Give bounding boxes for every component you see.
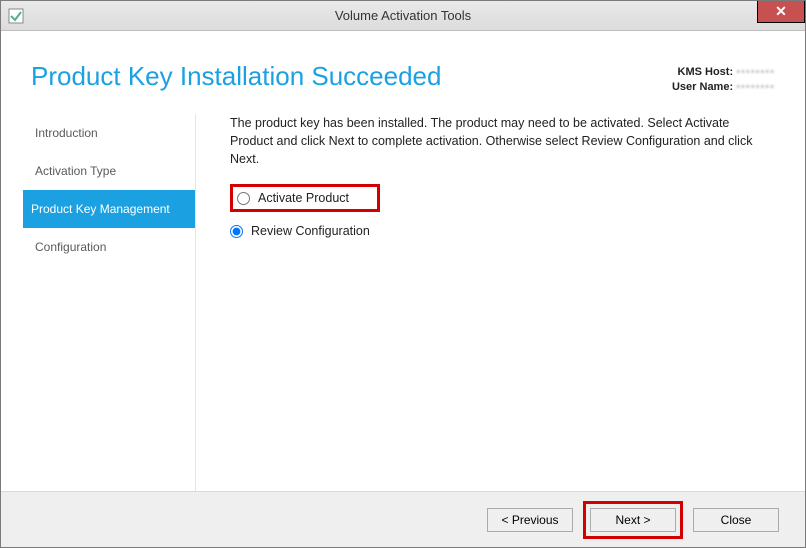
previous-button[interactable]: < Previous (487, 508, 573, 532)
highlight-activate-product: Activate Product (230, 184, 380, 212)
close-button[interactable]: Close (693, 508, 779, 532)
next-button[interactable]: Next > (590, 508, 676, 532)
kms-host-value: •••••••• (736, 66, 775, 78)
close-window-button[interactable]: ✕ (757, 1, 805, 23)
wizard-footer: < Previous Next > Close (1, 491, 805, 547)
radio-activate-product[interactable]: Activate Product (237, 191, 349, 205)
host-info: KMS Host: •••••••• User Name: •••••••• (672, 61, 775, 96)
kms-host-label: KMS Host: (678, 66, 734, 78)
wizard-body: Product Key Installation Succeeded KMS H… (1, 31, 805, 547)
radio-review-configuration-label: Review Configuration (251, 224, 370, 238)
window-frame: Volume Activation Tools ✕ Product Key In… (0, 0, 806, 548)
sidebar-item-label: Activation Type (35, 164, 116, 178)
radio-review-configuration-input[interactable] (230, 225, 243, 238)
app-icon (7, 7, 25, 25)
sidebar-item-label: Product Key Management (31, 202, 170, 216)
titlebar: Volume Activation Tools ✕ (1, 1, 805, 31)
header-area: Product Key Installation Succeeded KMS H… (1, 31, 805, 114)
sidebar-item-activation-type[interactable]: Activation Type (31, 152, 195, 190)
sidebar-item-introduction[interactable]: Introduction (31, 114, 195, 152)
content-row: Introduction Activation Type Product Key… (1, 114, 805, 491)
sidebar-item-product-key-management[interactable]: Product Key Management (23, 190, 195, 228)
highlight-next-button: Next > (583, 501, 683, 539)
main-panel: The product key has been installed. The … (196, 114, 775, 491)
window-title: Volume Activation Tools (335, 8, 471, 23)
sidebar-item-label: Introduction (35, 126, 98, 140)
wizard-sidebar: Introduction Activation Type Product Key… (31, 114, 196, 491)
sidebar-item-label: Configuration (35, 240, 106, 254)
radio-review-configuration[interactable]: Review Configuration (230, 224, 775, 238)
instructions-text: The product key has been installed. The … (230, 114, 775, 168)
radio-activate-product-input[interactable] (237, 192, 250, 205)
radio-activate-product-label: Activate Product (258, 191, 349, 205)
user-name-value: •••••••• (736, 81, 775, 93)
sidebar-item-configuration[interactable]: Configuration (31, 228, 195, 266)
page-title: Product Key Installation Succeeded (31, 61, 672, 92)
close-icon: ✕ (775, 3, 787, 20)
user-name-label: User Name: (672, 81, 733, 93)
